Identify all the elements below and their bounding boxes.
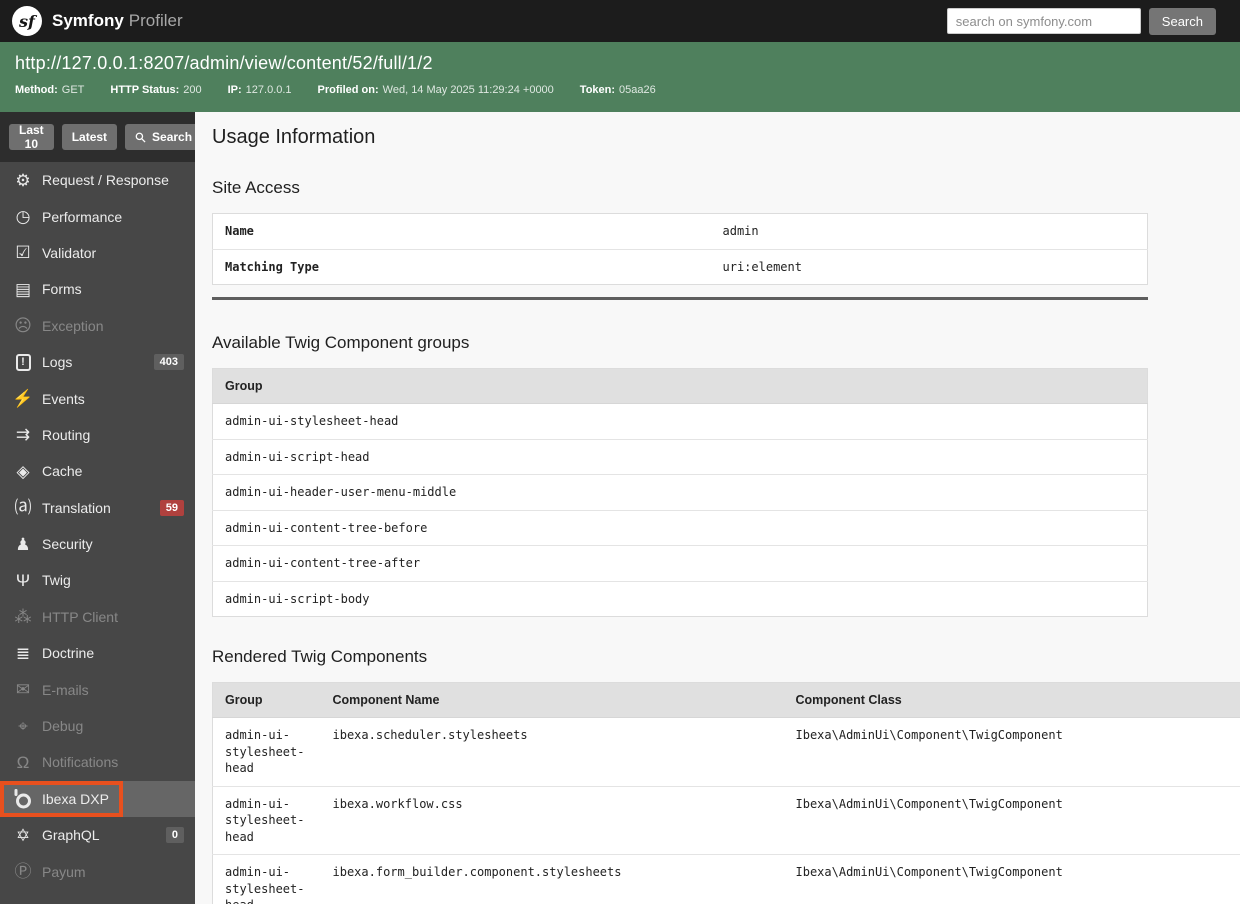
sidebar-item-http-client[interactable]: ⁂ HTTP Client [0,599,195,635]
sidebar-item-security[interactable]: ♟ Security [0,526,195,562]
site-access-table: Name admin Matching Type uri:element [212,213,1148,285]
table-row: admin-ui-content-tree-after [212,545,1148,581]
stopwatch-icon: ◷ [15,207,31,227]
meta-ip: IP: 127.0.0.1 [227,84,292,96]
sidebar-item-notifications[interactable]: Ω Notifications [0,744,195,780]
twig-icon: Ψ [15,570,31,590]
sidebar-item-validator[interactable]: ☑ Validator [0,235,195,271]
layers-icon: ◈ [16,461,30,481]
molecule-icon: ⁂ [14,607,32,627]
meta-http-status: HTTP Status: 200 [110,84,202,96]
table-row: admin-ui-stylesheet-head ibexa.workflow.… [212,785,1240,855]
sidebar-item-doctrine[interactable]: ≣ Doctrine [0,635,195,671]
sidebar-item-ibexa-dxp[interactable]: Ibexa DXP [0,780,195,818]
app-title-profiler: Profiler [128,11,183,30]
latest-button[interactable]: Latest [61,124,118,150]
database-icon: ≣ [15,643,31,663]
table-row: admin-ui-script-body [212,580,1148,617]
sidebar-item-forms[interactable]: ▤ Forms [0,271,195,307]
clipboard-icon: ▤ [14,279,32,299]
person-icon: ♟ [15,534,31,554]
table-row: Matching Type uri:element [212,248,1148,285]
component-name-column-header: Component Name [320,682,784,718]
site-access-heading: Site Access [212,178,300,197]
twig-component-groups-section: Available Twig Component groups Group ad… [212,333,1240,617]
bell-icon: Ω [16,752,30,772]
app-title: Symfony Profiler [52,11,183,31]
page-title: Usage Information [212,126,376,148]
sidebar-item-routing[interactable]: ⇉ Routing [0,417,195,453]
sidebar-item-events[interactable]: ⚡ Events [0,380,195,416]
checkbox-icon: ☑ [15,243,31,263]
graphql-count-badge: 0 [165,827,184,844]
sidebar-item-logs[interactable]: ! Logs 403 [0,344,195,380]
rendered-twig-components-section: Rendered Twig Components Group Component… [212,647,1240,904]
translate-icon: ⒜ [14,498,32,518]
meta-method: Method: GET [15,84,85,96]
sidebar-header: Last 10 Latest Search [0,112,195,162]
twig-groups-heading: Available Twig Component groups [212,333,470,352]
last-10-button[interactable]: Last 10 [9,123,54,151]
panel-content: Usage Information Site Access Name admin… [195,112,1240,904]
app-title-symfony: Symfony [52,11,124,30]
antenna-icon: ⚡ [12,389,34,409]
symfony-search-input[interactable] [946,8,1141,34]
translation-count-badge: 59 [159,499,184,516]
sidebar-item-twig[interactable]: Ψ Twig [0,562,195,598]
sidebar-item-performance[interactable]: ◷ Performance [0,198,195,234]
meta-profiled-on: Profiled on: Wed, 14 May 2025 11:29:24 +0… [317,84,554,96]
site-access-matching-type-label: Matching Type [212,248,711,285]
rendered-components-heading: Rendered Twig Components [212,647,428,666]
log-book-icon: ! [10,353,36,371]
sidebar-item-emails[interactable]: ✉ E-mails [0,671,195,707]
symfony-logo-icon: sf [12,6,42,36]
table-row: admin-ui-stylesheet-head ibexa.scheduler… [225,728,1063,775]
site-access-matching-type-value: uri:element [710,248,1148,285]
table-row: admin-ui-stylesheet-head ibexa.form_buil… [212,854,1240,904]
profiled-url: http://127.0.0.1:8207/admin/view/content… [15,53,433,73]
table-row: Name admin [213,214,1148,250]
table-row: admin-ui-stylesheet-head [225,414,399,428]
logs-count-badge: 403 [153,354,184,371]
component-class-column-header: Component Class [783,682,1240,718]
sidebar-item-debug[interactable]: ⌖ Debug [0,708,195,744]
top-bar: sf Symfony Profiler Search [0,0,1240,42]
table-row: admin-ui-script-head [212,438,1148,475]
sidebar-search-button[interactable]: Search [125,124,195,150]
sidebar-item-payum[interactable]: Ⓟ Payum [0,853,195,889]
sidebar-item-graphql[interactable]: ✡ GraphQL 0 [0,817,195,853]
request-meta: Method: GET HTTP Status: 200 IP: 127.0.0.1 … [15,84,1224,96]
symfony-logo-text: sf [19,11,35,31]
table-row: admin-ui-header-user-menu-middle [212,474,1148,510]
graphql-icon: ✡ [15,825,31,845]
search-icon [135,132,146,143]
ibexa-logo-icon [10,788,36,810]
twig-groups-table: Group admin-ui-stylesheet-head admin-ui-… [212,368,1148,617]
sidebar-item-exception[interactable]: ☹ Exception [0,308,195,344]
envelope-icon: ✉ [15,680,31,700]
group-column-header: Group [212,682,321,718]
section-divider [212,297,1148,300]
ghost-icon: ☹ [14,316,32,336]
sidebar-item-cache[interactable]: ◈ Cache [0,453,195,489]
site-access-section: Site Access Name admin Matching Type uri… [212,178,1240,300]
rendered-components-table: Group Component Name Component Class adm… [212,682,1240,904]
symfony-search-button[interactable]: Search [1148,7,1216,35]
request-summary-bar: http://127.0.0.1:8207/admin/view/content… [0,42,1240,112]
meta-token: Token: 05aa26 [579,84,656,96]
gears-icon: ⚙ [15,170,31,190]
signpost-icon: ⇉ [15,425,31,445]
payum-icon: Ⓟ [14,862,32,882]
sidebar-item-translation[interactable]: ⒜ Translation 59 [0,490,195,526]
profiler-sidebar: Last 10 Latest Search ⚙ Request / Respon… [0,112,195,904]
site-access-name-value: admin [722,224,759,238]
target-icon: ⌖ [18,716,28,736]
sidebar-item-request-response[interactable]: ⚙ Request / Response [0,162,195,198]
table-row: admin-ui-content-tree-before [212,509,1148,546]
group-column-header: Group [212,368,1148,404]
site-access-name-label: Name [225,224,254,238]
